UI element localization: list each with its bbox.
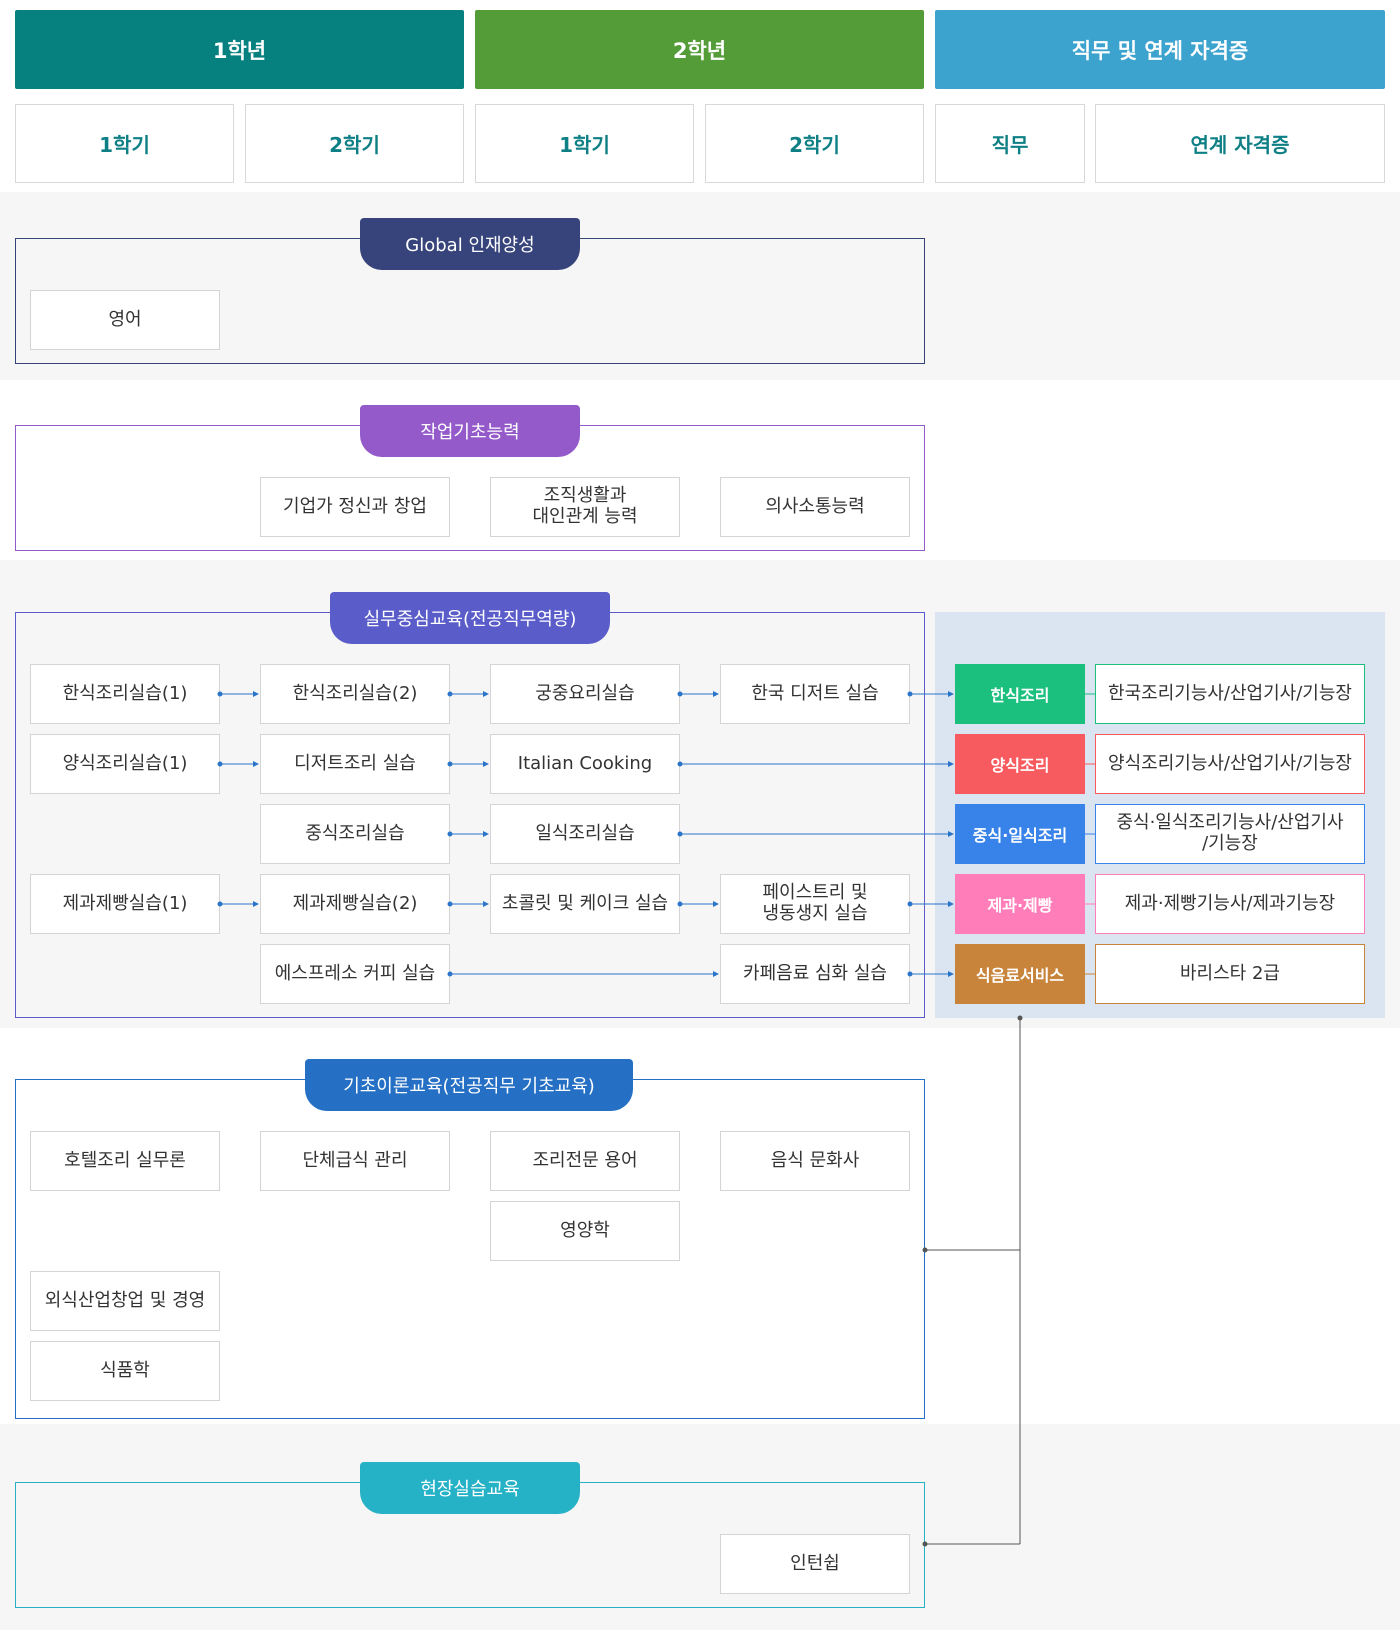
connector-lines <box>217 691 1095 1547</box>
